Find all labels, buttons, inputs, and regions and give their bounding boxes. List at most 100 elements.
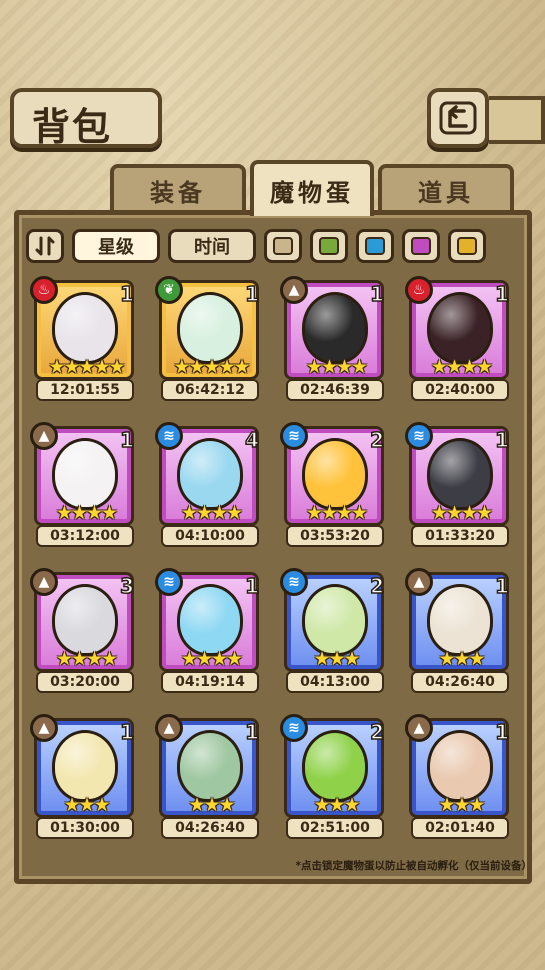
egg-count: 1	[494, 573, 509, 599]
page-title: 背包	[32, 104, 113, 149]
water-element-icon: ≋	[280, 422, 308, 450]
color-swatch	[273, 237, 293, 255]
hatch-timer: 02:46:39	[286, 379, 384, 401]
hatch-timer: 04:19:14	[161, 671, 259, 693]
tab-items[interactable]: 道具	[378, 164, 514, 212]
footer-note: *点击锁定魔物蛋以防止被自动孵化（仅当前设备）	[295, 860, 533, 872]
star-rating: ★★★★	[55, 648, 118, 670]
egg-card[interactable]: ♨ 1 ★★★★ 02:40:00	[405, 276, 517, 401]
tab-label: 魔物蛋	[270, 178, 354, 207]
egg-count: 3	[119, 573, 134, 599]
earth-element-icon: ▲	[30, 422, 58, 450]
egg-count: 1	[119, 427, 134, 453]
hatch-timer: 03:53:20	[286, 525, 384, 547]
earth-element-icon: ▲	[405, 714, 433, 742]
water-element-icon: ≋	[280, 568, 308, 596]
monster-egg-image	[427, 584, 493, 656]
egg-count: 2	[369, 573, 384, 599]
fire-element-icon: ♨	[30, 276, 58, 304]
sort-by-stars-button[interactable]: 星级	[72, 229, 160, 263]
filter-gold-button[interactable]	[448, 229, 486, 263]
egg-card[interactable]: ≋ 1 ★★★★ 01:33:20	[405, 422, 517, 547]
hatch-timer: 12:01:55	[36, 379, 134, 401]
egg-card[interactable]: ≋ 2 ★★★★ 03:53:20	[280, 422, 392, 547]
star-rating: ★★★	[188, 794, 235, 816]
water-element-icon: ≋	[280, 714, 308, 742]
egg-count: 1	[369, 281, 384, 307]
egg-card[interactable]: ▲ 1 ★★★ 04:26:40	[405, 568, 517, 693]
star-rating: ★★★★	[55, 502, 118, 524]
earth-element-icon: ▲	[30, 714, 58, 742]
egg-card[interactable]: ≋ 4 ★★★★ 04:10:00	[155, 422, 267, 547]
monster-egg-image	[302, 438, 368, 510]
egg-card[interactable]: ≋ 2 ★★★ 04:13:00	[280, 568, 392, 693]
color-swatch	[319, 237, 339, 255]
star-rating: ★★★★	[305, 502, 368, 524]
back-button[interactable]	[427, 88, 489, 148]
monster-egg-image	[177, 438, 243, 510]
hatch-timer: 01:33:20	[411, 525, 509, 547]
egg-count: 1	[119, 281, 134, 307]
star-rating: ★★★★★	[173, 356, 250, 378]
earth-element-icon: ▲	[155, 714, 183, 742]
hatch-timer: 02:01:40	[411, 817, 509, 839]
sort-by-time-button[interactable]: 时间	[168, 229, 256, 263]
filter-purple-button[interactable]	[402, 229, 440, 263]
color-swatch	[411, 237, 431, 255]
monster-egg-image	[52, 292, 118, 364]
star-rating: ★★★★	[305, 356, 368, 378]
monster-egg-image	[52, 730, 118, 802]
water-element-icon: ≋	[155, 422, 183, 450]
filter-green-button[interactable]	[310, 229, 348, 263]
egg-grid: ♨ 1 ★★★★★ 12:01:55 ❦ 1 ★★★★★ 06:42:12 ▲ 1 ★★★★ 02:4…	[30, 276, 520, 839]
egg-count: 1	[244, 719, 259, 745]
filter-tan-button[interactable]	[264, 229, 302, 263]
egg-count: 1	[119, 719, 134, 745]
egg-card[interactable]: ≋ 1 ★★★★ 04:19:14	[155, 568, 267, 693]
star-rating: ★★★★★	[48, 356, 125, 378]
egg-count: 1	[244, 573, 259, 599]
egg-card[interactable]: ▲ 1 ★★★ 01:30:00	[30, 714, 142, 839]
egg-count: 1	[494, 281, 509, 307]
tab-monster-eggs[interactable]: 魔物蛋	[250, 160, 374, 216]
monster-egg-image	[177, 730, 243, 802]
hatch-timer: 03:12:00	[36, 525, 134, 547]
egg-card[interactable]: ♨ 1 ★★★★★ 12:01:55	[30, 276, 142, 401]
monster-egg-image	[427, 292, 493, 364]
hatch-timer: 04:26:40	[161, 817, 259, 839]
earth-element-icon: ▲	[405, 568, 433, 596]
egg-card[interactable]: ▲ 1 ★★★★ 03:12:00	[30, 422, 142, 547]
sort-icon	[35, 236, 55, 256]
hatch-timer: 04:26:40	[411, 671, 509, 693]
egg-card[interactable]: ▲ 1 ★★★★ 02:46:39	[280, 276, 392, 401]
tab-label: 装备	[150, 178, 206, 207]
egg-count: 1	[244, 281, 259, 307]
monster-egg-image	[427, 730, 493, 802]
egg-count: 4	[244, 427, 259, 453]
star-rating: ★★★	[313, 794, 360, 816]
color-swatch	[457, 237, 477, 255]
hatch-timer: 04:10:00	[161, 525, 259, 547]
egg-card[interactable]: ❦ 1 ★★★★★ 06:42:12	[155, 276, 267, 401]
monster-egg-image	[52, 438, 118, 510]
hatch-timer: 04:13:00	[286, 671, 384, 693]
leaf-element-icon: ❦	[155, 276, 183, 304]
monster-egg-image	[302, 584, 368, 656]
hatch-timer: 06:42:12	[161, 379, 259, 401]
star-rating: ★★★★	[430, 502, 493, 524]
monster-egg-image	[177, 292, 243, 364]
egg-count: 1	[494, 719, 509, 745]
monster-egg-image	[427, 438, 493, 510]
star-rating: ★★★★	[180, 502, 243, 524]
filter-blue-button[interactable]	[356, 229, 394, 263]
monster-egg-image	[52, 584, 118, 656]
egg-card[interactable]: ▲ 1 ★★★ 02:01:40	[405, 714, 517, 839]
earth-element-icon: ▲	[30, 568, 58, 596]
egg-card[interactable]: ▲ 3 ★★★★ 03:20:00	[30, 568, 142, 693]
egg-card[interactable]: ▲ 1 ★★★ 04:26:40	[155, 714, 267, 839]
egg-card[interactable]: ≋ 2 ★★★ 02:51:00	[280, 714, 392, 839]
tab-equipment[interactable]: 装备	[110, 164, 246, 212]
back-arrow-icon	[439, 101, 477, 135]
sort-order-button[interactable]	[26, 229, 64, 263]
fire-element-icon: ♨	[405, 276, 433, 304]
